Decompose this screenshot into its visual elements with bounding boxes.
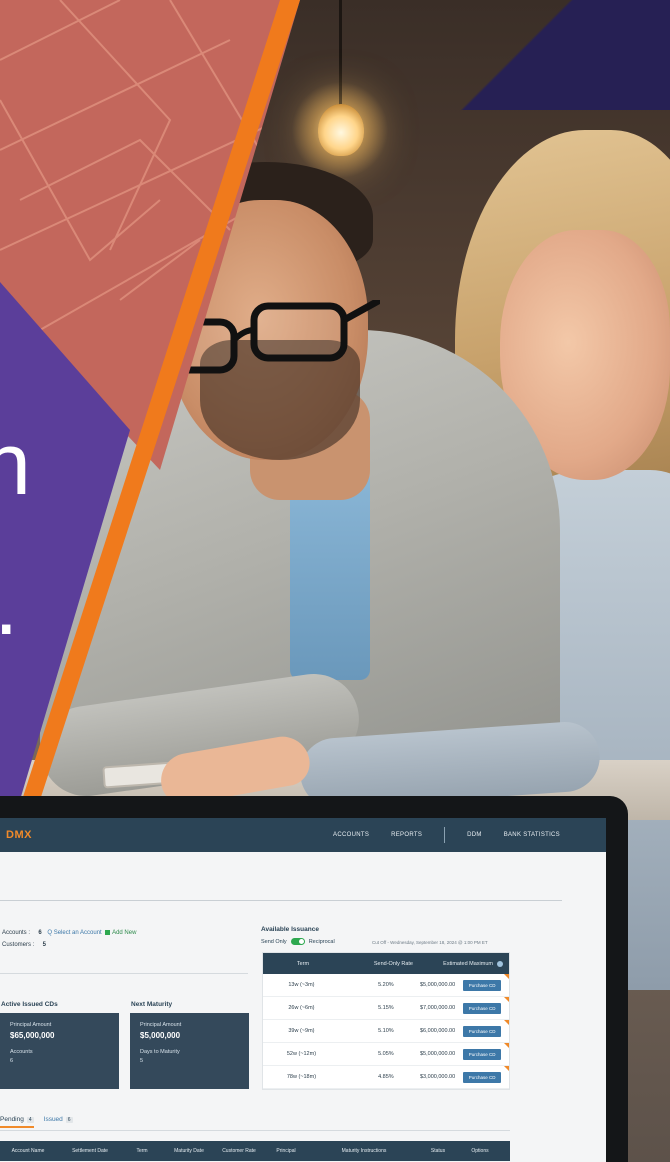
term: 39w (~9m) [288, 1028, 315, 1034]
navy-corner [430, 0, 670, 110]
col-account-name: Account Name [11, 1148, 45, 1154]
available-issuance-title: Available Issuance [261, 926, 319, 933]
rate: 5.05% [378, 1051, 394, 1057]
col-status: Status [430, 1148, 446, 1154]
cd-table-header: Account Name Settlement Date Term Maturi… [0, 1141, 510, 1161]
lamp-cord [339, 0, 342, 106]
term: 52w (~12m) [286, 1051, 317, 1057]
max: $5,000,000.00 [420, 1051, 456, 1057]
issued-count-badge: 6 [65, 1117, 73, 1123]
add-new-link[interactable]: Add New [112, 930, 136, 936]
rate: 4.85% [378, 1074, 394, 1080]
col-customer-rate: Customer Rate [222, 1148, 256, 1154]
col-term: Term [136, 1148, 148, 1154]
tabs-divider [0, 1130, 510, 1131]
issuance-row: 52w (~12m) 5.05% $5,000,000.00 Purchase … [263, 1043, 509, 1066]
days-label: Days to Maturity [140, 1049, 180, 1055]
reciprocal-label: Reciprocal [308, 938, 335, 945]
purchase-cd-button[interactable]: Purchase CD [462, 979, 502, 991]
principal-label: Principal Amount [10, 1022, 52, 1028]
principal-value: $5,000,000 [140, 1031, 181, 1040]
info-icon[interactable] [497, 960, 503, 967]
issuance-row: 78w (~18m) 4.85% $3,000,000.00 Purchase … [263, 1066, 509, 1089]
tab-pending-label: Pending [0, 1116, 24, 1123]
account-summary: Accounts : 6 Q Select an Account Add New… [2, 927, 136, 951]
tab-issued[interactable]: Issued 6 [44, 1116, 73, 1128]
nav-accounts[interactable]: ACCOUNTS [333, 832, 369, 838]
main-nav: ACCOUNTS REPORTS DDM BANK STATISTICS [333, 827, 600, 843]
pending-count-badge: 4 [26, 1117, 34, 1123]
promo-image: n . DMX ACCOUNTS REPORTS DDM BANK STATIS… [0, 0, 670, 1162]
new-flag-icon [504, 974, 509, 979]
max: $3,000,000.00 [420, 1074, 456, 1080]
purchase-cd-button[interactable]: Purchase CD [462, 1071, 502, 1083]
customers-label: Customers : [2, 942, 35, 948]
days-value: 5 [140, 1058, 144, 1064]
next-maturity-card[interactable]: Principal Amount $5,000,000 Days to Matu… [130, 1013, 249, 1089]
max: $7,000,000.00 [420, 1005, 456, 1011]
col-estimated-maximum: Estimated Maximum [443, 960, 493, 967]
tab-issued-label: Issued [43, 1116, 63, 1123]
col-options: Options [471, 1148, 489, 1154]
rate-type-toggle: Send Only Reciprocal [261, 938, 335, 945]
purchase-cd-button[interactable]: Purchase CD [462, 1002, 502, 1014]
max: $5,000,000.00 [420, 982, 456, 988]
purchase-cd-button[interactable]: Purchase CD [462, 1025, 502, 1037]
new-flag-icon [504, 997, 509, 1002]
issuance-row: 13w (~3m) 5.20% $5,000,000.00 Purchase C… [263, 974, 509, 997]
nav-ddm[interactable]: DDM [467, 832, 482, 838]
nav-divider [444, 827, 446, 843]
col-principal: Principal [276, 1148, 296, 1154]
principal-value: $65,000,000 [10, 1031, 55, 1040]
accounts-count: 6 [38, 930, 42, 936]
app-header: DMX ACCOUNTS REPORTS DDM BANK STATISTICS [0, 818, 606, 852]
col-term: Term [296, 960, 310, 967]
header-divider [0, 900, 562, 901]
section-divider [0, 973, 248, 974]
cutoff-notice: Cut Off - Wednesday, September 18, 2024 … [372, 940, 488, 945]
col-maturity-instructions: Maturity Instructions [341, 1148, 387, 1154]
issuance-table: Term Send-Only Rate Estimated Maximum 13… [262, 952, 510, 1090]
next-maturity-title: Next Maturity [131, 1001, 173, 1008]
rate: 5.15% [378, 1005, 394, 1011]
col-maturity-date: Maturity Date [174, 1148, 204, 1154]
rate: 5.10% [378, 1028, 394, 1034]
headline-period: . [0, 560, 18, 648]
send-only-label: Send Only [261, 938, 287, 945]
accounts-value: 6 [10, 1058, 14, 1064]
nav-reports[interactable]: REPORTS [391, 832, 422, 838]
principal-label: Principal Amount [140, 1022, 182, 1028]
issuance-table-header: Term Send-Only Rate Estimated Maximum [263, 953, 509, 974]
nav-bank-statistics[interactable]: BANK STATISTICS [504, 832, 560, 838]
select-account-link[interactable]: Q Select an Account [47, 930, 101, 936]
active-cds-title: Active Issued CDs [1, 1001, 58, 1008]
col-settlement-date: Settlement Date [72, 1148, 108, 1154]
new-flag-icon [504, 1020, 509, 1025]
col-send-only-rate: Send-Only Rate [373, 960, 413, 967]
max: $6,000,000.00 [420, 1028, 456, 1034]
rate: 5.20% [378, 982, 394, 988]
purchase-cd-button[interactable]: Purchase CD [462, 1048, 502, 1060]
man-shirt [290, 470, 370, 680]
new-flag-icon [504, 1066, 509, 1071]
term: 78w (~18m) [286, 1074, 317, 1080]
term: 13w (~3m) [288, 982, 315, 988]
headline-fragment: n [0, 414, 31, 513]
hanging-lamp [318, 104, 364, 156]
active-cds-card[interactable]: Principal Amount $65,000,000 Accounts 6 [0, 1013, 119, 1089]
customers-count: 5 [42, 942, 47, 948]
new-flag-icon [504, 1043, 509, 1048]
add-icon [105, 929, 111, 935]
tab-pending[interactable]: Pending 4 [0, 1116, 34, 1128]
app-screen: DMX ACCOUNTS REPORTS DDM BANK STATISTICS… [0, 818, 606, 1162]
accounts-label: Accounts [10, 1049, 33, 1055]
accounts-label: Accounts : [2, 930, 31, 936]
issuance-row: 26w (~6m) 5.15% $7,000,000.00 Purchase C… [263, 997, 509, 1020]
cd-tabs: Pending 4 Issued 6 [0, 1116, 73, 1128]
app-logo[interactable]: DMX [6, 829, 32, 841]
term: 26w (~6m) [288, 1005, 315, 1011]
issuance-row: 39w (~9m) 5.10% $6,000,000.00 Purchase C… [263, 1020, 509, 1043]
toggle-switch[interactable] [290, 938, 305, 945]
